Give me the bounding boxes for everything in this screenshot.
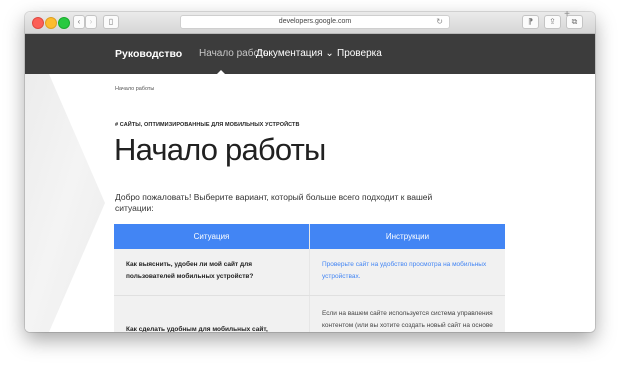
table-header: Ситуация Инструкции — [114, 224, 505, 249]
table-row: Как сделать удобным для мобильных сайт, … — [114, 296, 505, 332]
page-title: Начало работы — [114, 132, 326, 167]
situations-table: Ситуация Инструкции Как выяснить, удобен… — [114, 224, 505, 332]
reload-icon[interactable]: ↻ — [436, 16, 443, 28]
minimize-window-button[interactable] — [45, 17, 57, 29]
table-cell-answer-link[interactable]: Проверьте сайт на удобство просмотра на … — [309, 249, 505, 295]
breadcrumb[interactable]: Начало работы — [115, 86, 154, 92]
table-row: Как выяснить, удобен ли мой сайт для пол… — [114, 249, 505, 296]
table-header-situation: Ситуация — [193, 232, 230, 241]
section-eyebrow: # САЙТЫ, ОПТИМИЗИРОВАННЫЕ ДЛЯ МОБИЛЬНЫХ … — [115, 122, 300, 128]
nav-item-documentation[interactable]: Документация ⌄ — [256, 48, 334, 59]
back-icon[interactable]: ‹ — [73, 15, 85, 29]
table-cell-answer: Если на вашем сайте используется система… — [309, 296, 505, 332]
browser-titlebar: ‹ › ▯ developers.google.com ↻ ⁋ ⇪ ⧉ — [25, 12, 595, 34]
nav-item-check[interactable]: Проверка — [337, 48, 382, 59]
share-icon[interactable]: ⇪ — [544, 15, 561, 29]
nav-brand[interactable]: Руководство — [115, 48, 182, 60]
table-cell-question: Как выяснить, удобен ли мой сайт для пол… — [126, 261, 254, 280]
close-window-button[interactable] — [32, 17, 44, 29]
sidebar-icon[interactable]: ▯ — [103, 15, 119, 29]
site-navbar: Руководство Начало работы Документация ⌄… — [25, 34, 595, 74]
address-url: developers.google.com — [278, 18, 352, 25]
intro-text: Добро пожаловать! Выберите вариант, кото… — [115, 192, 433, 213]
table-cell-question: Как сделать удобным для мобильных сайт, … — [126, 326, 268, 332]
page-content: Начало работы # САЙТЫ, ОПТИМИЗИРОВАННЫЕ … — [25, 74, 595, 332]
new-tab-icon[interactable]: + — [560, 8, 574, 21]
decorative-background-shape — [25, 74, 105, 332]
forward-icon[interactable]: › — [85, 15, 97, 29]
browser-window: ‹ › ▯ developers.google.com ↻ ⁋ ⇪ ⧉ Руко… — [25, 12, 595, 332]
zoom-window-button[interactable] — [58, 17, 70, 29]
address-bar[interactable]: developers.google.com ↻ — [180, 15, 450, 29]
table-header-instructions: Инструкции — [309, 224, 505, 249]
reader-icon[interactable]: ⁋ — [522, 15, 539, 29]
